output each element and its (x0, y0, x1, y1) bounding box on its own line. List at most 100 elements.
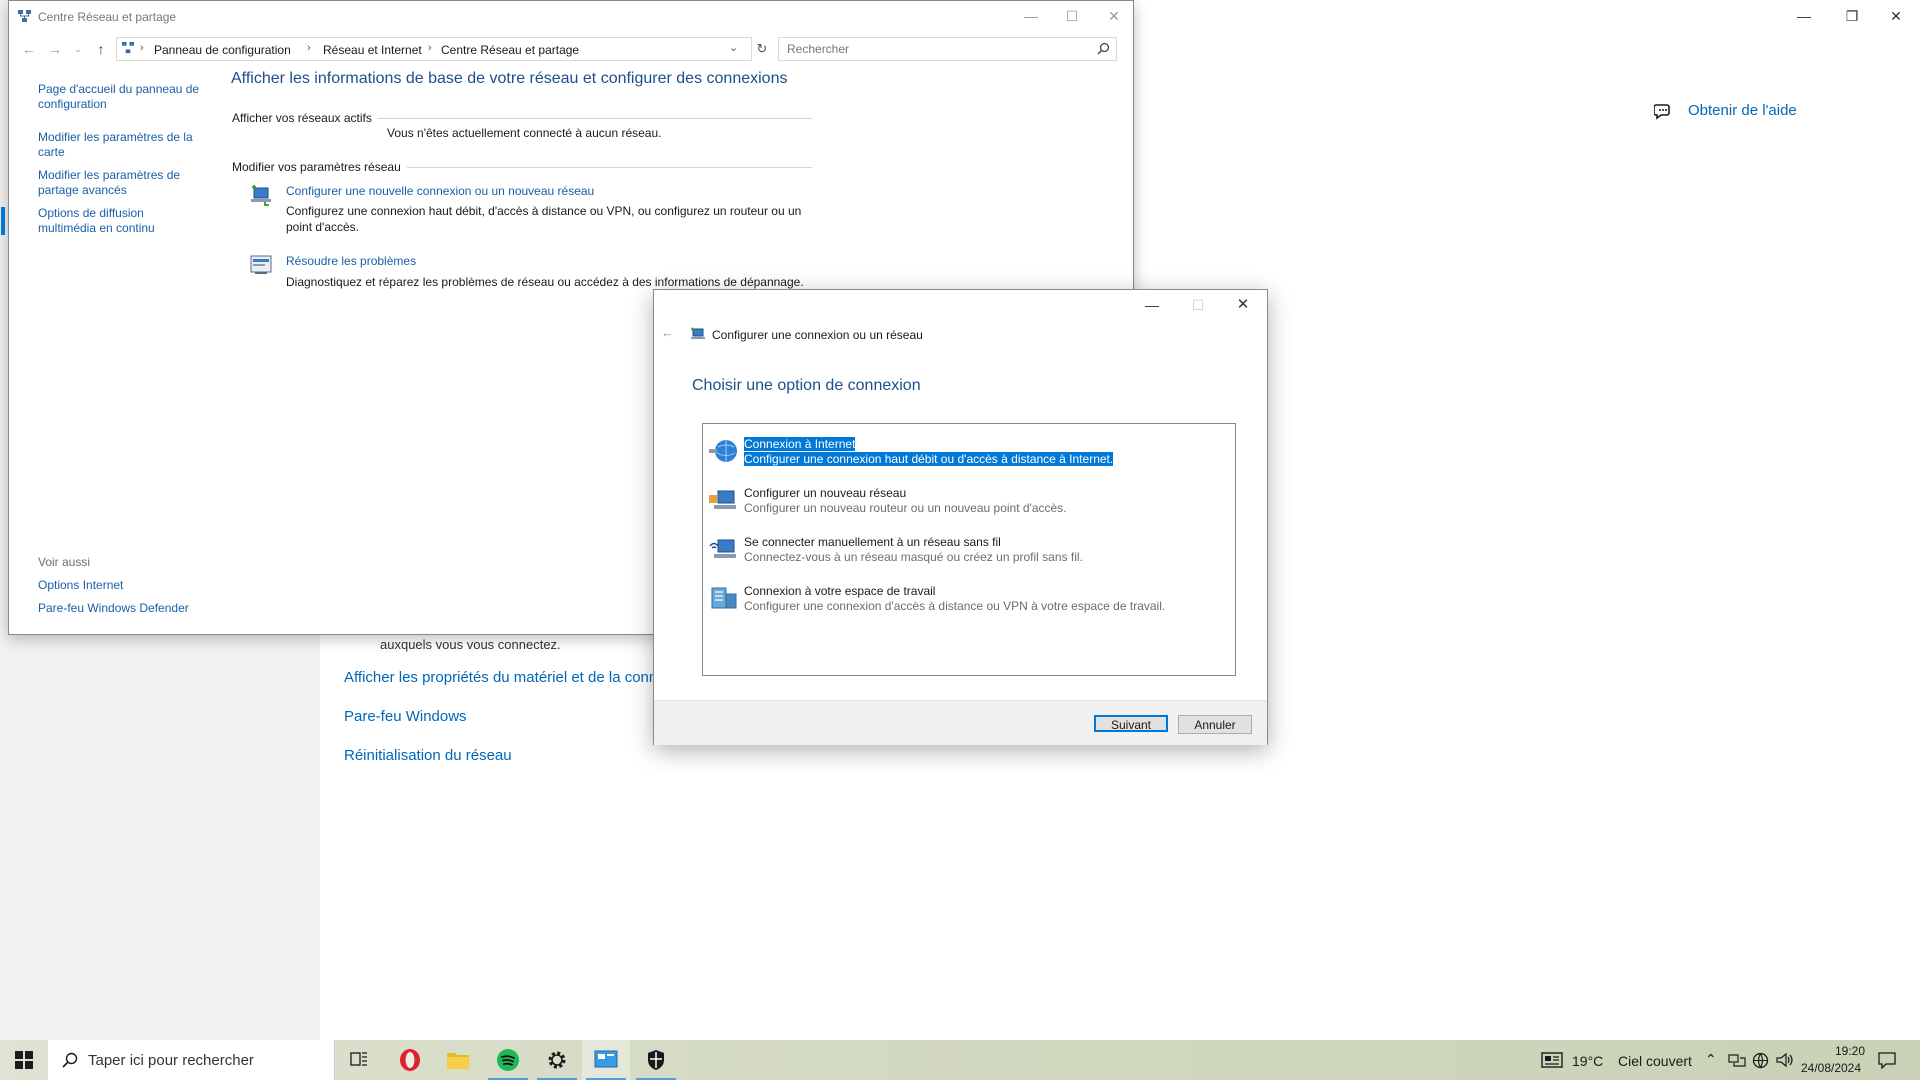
close-button[interactable]: ✕ (1094, 1, 1134, 31)
address-bar[interactable]: › Panneau de configuration › Réseau et I… (116, 37, 752, 61)
new-connection-link[interactable]: Configurer une nouvelle connexion ou un … (286, 184, 594, 198)
dialog-back-arrow-icon[interactable]: ← (661, 325, 674, 340)
active-networks-label: Afficher vos réseaux actifs (232, 111, 378, 125)
back-arrow-icon[interactable]: ← (19, 39, 39, 59)
up-arrow-icon[interactable]: ↑ (91, 39, 111, 59)
search-box[interactable] (778, 37, 1117, 61)
no-network-text: Vous n'êtes actuellement connecté à aucu… (387, 126, 662, 140)
opera-icon (400, 1049, 420, 1071)
minimize-button[interactable]: — (1011, 1, 1051, 31)
clock-time[interactable]: 19:20 (1819, 1044, 1881, 1058)
settings-restore-button[interactable]: ❐ (1832, 1, 1872, 31)
windows-firewall-link[interactable]: Pare-feu Windows (344, 708, 467, 725)
troubleshoot-description: Diagnostiquez et réparez les problèmes d… (286, 275, 804, 289)
network-icon[interactable] (1728, 1053, 1746, 1067)
focus-indicator (1, 207, 5, 235)
network-center-icon (18, 10, 31, 22)
breadcrumb-control-panel[interactable]: Panneau de configuration (154, 43, 291, 57)
breadcrumb-network-internet[interactable]: Réseau et Internet (323, 43, 422, 57)
title-bar[interactable]: Centre Réseau et partage — ☐ ✕ (9, 1, 1133, 31)
control-panel-icon (121, 41, 135, 54)
refresh-icon[interactable]: ↻ (752, 39, 772, 59)
dialog-footer (654, 700, 1267, 745)
dialog-maximize-button: ☐ (1191, 297, 1205, 313)
media-streaming-link[interactable]: Options de diffusion multimédia en conti… (38, 206, 203, 236)
network-reset-link[interactable]: Réinitialisation du réseau (344, 747, 512, 764)
windows-logo-icon (15, 1051, 33, 1069)
see-also-label: Voir aussi (38, 555, 91, 569)
option-workplace[interactable]: Connexion à votre espace de travail Conf… (703, 577, 1235, 615)
settings-minimize-button[interactable]: — (1784, 1, 1824, 31)
troubleshoot-link[interactable]: Résoudre les problèmes (286, 254, 416, 268)
gear-icon (548, 1051, 566, 1069)
cancel-button[interactable]: Annuler (1178, 715, 1252, 734)
connection-options-list[interactable]: Connexion à Internet Configurer une conn… (702, 423, 1236, 676)
advanced-sharing-link[interactable]: Modifier les paramètres de partage avanc… (38, 168, 203, 198)
option-description: Configurer une connexion d'accès à dista… (744, 599, 1166, 613)
task-view-button[interactable] (335, 1040, 383, 1080)
address-dropdown-icon[interactable]: ⌄ (729, 41, 738, 54)
internet-options-link[interactable]: Options Internet (38, 578, 203, 593)
opera-browser-button[interactable] (386, 1040, 434, 1080)
option-new-network[interactable]: Configurer un nouveau réseau Configurer … (703, 479, 1235, 517)
window-title: Centre Réseau et partage (38, 10, 177, 24)
taskbar-search-box[interactable]: Taper ici pour rechercher (48, 1040, 335, 1080)
connection-wizard-dialog: — ☐ ✕ ← Configurer une connexion ou un r… (653, 289, 1268, 745)
breadcrumb-network-center[interactable]: Centre Réseau et partage (441, 43, 579, 57)
security-button[interactable] (632, 1040, 680, 1080)
option-title: Se connecter manuellement à un réseau sa… (744, 535, 1001, 549)
chevron-up-icon[interactable]: ⌃ (1705, 1051, 1717, 1068)
breadcrumb-separator-icon: › (307, 42, 311, 54)
wireless-network-icon (709, 539, 736, 558)
spotify-button[interactable] (484, 1040, 532, 1080)
wizard-network-icon (691, 327, 705, 339)
globe-icon (709, 440, 737, 462)
next-button[interactable]: Suivant (1094, 715, 1168, 732)
file-explorer-button[interactable] (434, 1040, 482, 1080)
get-help-link[interactable]: Obtenir de l'aide (1688, 102, 1797, 119)
option-description: Configurer une connexion haut débit ou d… (744, 452, 1114, 466)
new-connection-description: Configurez une connexion haut débit, d'a… (286, 204, 802, 234)
news-widget-icon[interactable] (1541, 1052, 1563, 1068)
dialog-title: Configurer une connexion ou un réseau (712, 328, 923, 342)
folder-icon (447, 1053, 469, 1069)
start-button[interactable] (0, 1040, 48, 1080)
clock-date[interactable]: 24/08/2024 (1800, 1061, 1862, 1075)
forward-arrow-icon[interactable]: → (45, 39, 65, 59)
spotify-icon (497, 1049, 519, 1071)
settings-close-button[interactable]: ✕ (1876, 1, 1916, 31)
help-chat-icon (1654, 104, 1670, 120)
settings-button[interactable] (533, 1040, 581, 1080)
new-connection-icon (251, 185, 271, 206)
breadcrumb-separator-icon: › (140, 42, 144, 54)
control-panel-icon (594, 1050, 618, 1068)
option-internet-connection[interactable]: Connexion à Internet Configurer une conn… (703, 430, 1235, 468)
dialog-minimize-button[interactable]: — (1132, 290, 1172, 320)
option-title: Configurer un nouveau réseau (744, 486, 907, 500)
taskbar-search-placeholder: Taper ici pour rechercher (88, 1052, 254, 1069)
search-icon (62, 1052, 78, 1068)
dialog-heading: Choisir une option de connexion (692, 377, 921, 394)
breadcrumb-separator-icon: › (428, 42, 432, 54)
option-description: Configurer un nouveau routeur ou un nouv… (744, 501, 1067, 515)
dialog-close-button[interactable]: ✕ (1223, 290, 1263, 320)
search-input[interactable] (785, 41, 1089, 57)
control-panel-taskbar-button[interactable] (582, 1040, 630, 1080)
option-title: Connexion à votre espace de travail (744, 584, 936, 598)
troubleshoot-icon (250, 255, 272, 274)
page-title: Afficher les informations de base de vot… (231, 70, 788, 87)
defender-firewall-link[interactable]: Pare-feu Windows Defender (38, 601, 203, 616)
adapter-settings-link[interactable]: Modifier les paramètres de la carte (38, 130, 203, 160)
globe-icon[interactable] (1752, 1052, 1769, 1069)
weather-description[interactable]: Ciel couvert (1618, 1053, 1692, 1069)
maximize-button[interactable]: ☐ (1052, 1, 1092, 31)
control-panel-home-link[interactable]: Page d'accueil du panneau de configurati… (38, 82, 203, 112)
search-icon[interactable] (1097, 42, 1110, 55)
hardware-properties-link[interactable]: Afficher les propriétés du matériel et d… (344, 669, 693, 686)
notification-center-icon[interactable] (1878, 1052, 1896, 1069)
volume-icon[interactable] (1776, 1052, 1794, 1068)
shield-icon (648, 1050, 664, 1070)
weather-temperature[interactable]: 19°C (1572, 1053, 1603, 1069)
recent-dropdown-icon[interactable]: ⌄ (68, 39, 88, 59)
option-manual-wireless[interactable]: Se connecter manuellement à un réseau sa… (703, 528, 1235, 566)
